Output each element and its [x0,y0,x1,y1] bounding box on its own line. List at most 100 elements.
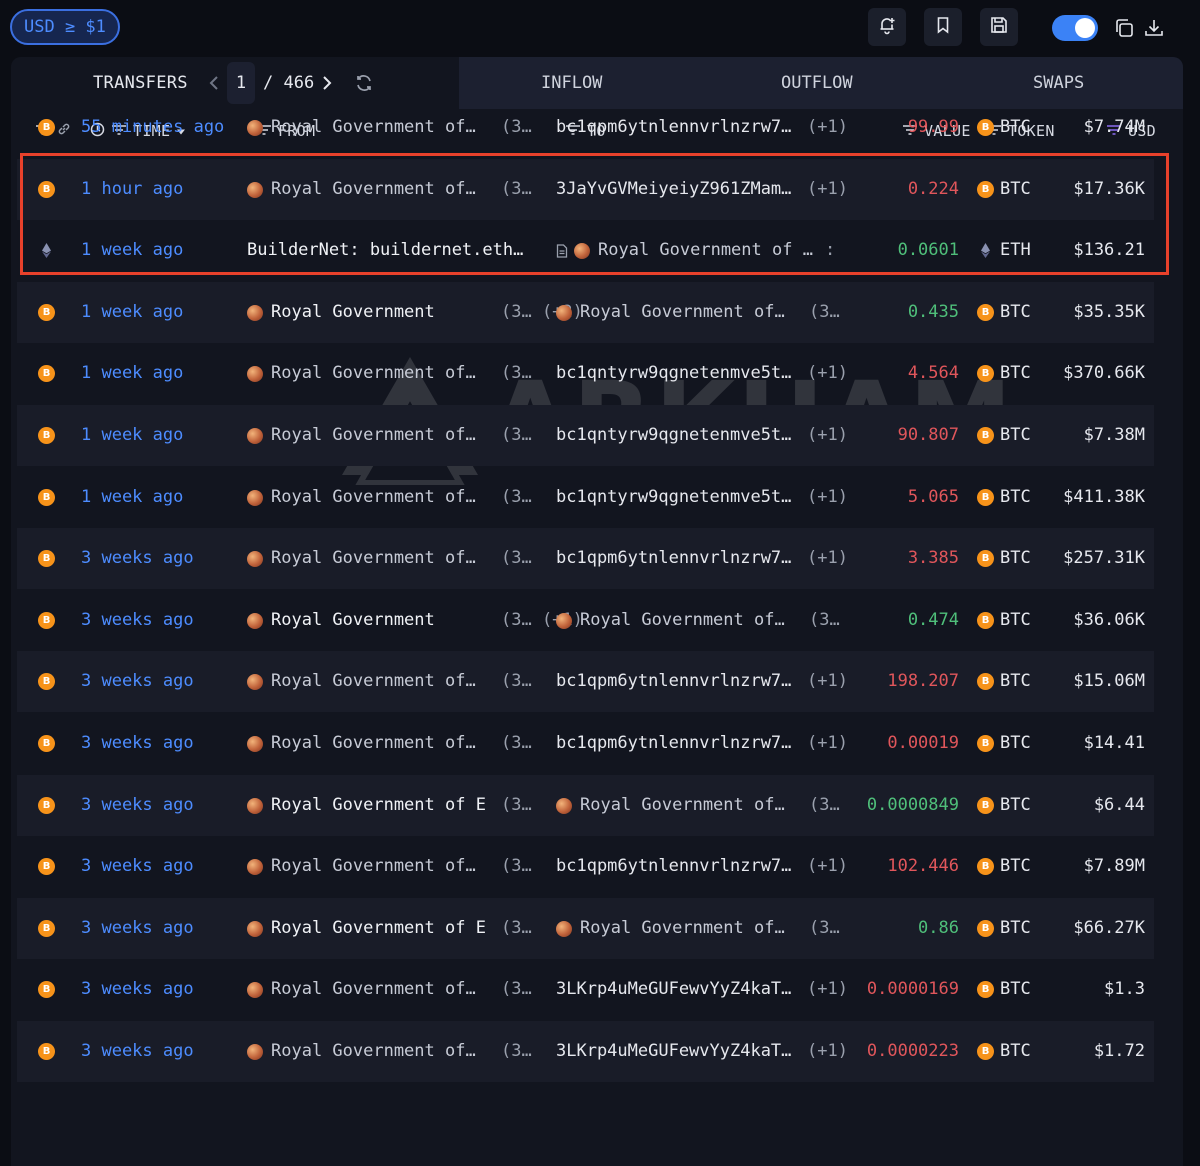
from-entity[interactable]: Royal Government of… [271,405,476,466]
to-address-suffix: (+1) [807,856,848,877]
token-btc-icon [977,673,994,691]
time-link[interactable]: 1 week ago [81,343,183,404]
to-entity[interactable]: Royal Government of… [580,282,785,343]
to-entity[interactable]: Royal Government of… [580,775,785,836]
time-link[interactable]: 1 week ago [81,467,183,528]
to-entity[interactable]: bc1qpm6ytnlennvrlnzrw7… [556,528,791,589]
from-entity[interactable]: Royal Government of… [271,651,476,712]
token-symbol[interactable]: BTC [1000,651,1031,712]
from-address-suffix: (3… [501,178,532,199]
usd-filter-pill[interactable]: USD ≥ $1 [10,9,120,45]
from-entity[interactable]: Royal Government of E [271,898,486,959]
token-symbol[interactable]: BTC [1000,282,1031,343]
from-address-suffix: (3… [501,794,532,815]
token-symbol[interactable]: BTC [1000,1021,1031,1082]
floppy-disk-icon [989,15,1009,39]
to-entity[interactable]: Royal Government of… [580,590,785,651]
ethereum-icon [38,242,55,259]
transfer-value: 0.474 [907,609,959,630]
from-entity[interactable]: Royal Government of… [271,343,476,404]
token-symbol[interactable]: BTC [1000,159,1031,220]
from-entity[interactable]: Royal Government of E [271,775,486,836]
prev-page-icon[interactable] [206,72,222,94]
token-symbol[interactable]: BTC [1000,898,1031,959]
copy-icon[interactable] [1112,16,1136,40]
to-entity[interactable]: Royal Government of… [580,898,785,959]
to-address-suffix: (+1) [807,117,848,137]
entity-avatar [247,181,263,198]
time-link[interactable]: 3 weeks ago [81,836,194,897]
token-symbol[interactable]: BTC [1000,590,1031,651]
from-entity[interactable]: Royal Government of… [271,467,476,528]
from-entity[interactable]: Royal Government of… [271,97,476,158]
from-entity[interactable]: Royal Government of… [271,713,476,774]
token-symbol[interactable]: BTC [1000,97,1031,158]
time-link[interactable]: 1 hour ago [81,159,183,220]
token-symbol[interactable]: BTC [1000,467,1031,528]
from-entity[interactable]: Royal Government of… [271,159,476,220]
time-link[interactable]: 1 week ago [81,282,183,343]
to-address-suffix: (3… [809,301,840,322]
from-entity[interactable]: Royal Government of… [271,959,476,1020]
time-link[interactable]: 3 weeks ago [81,713,194,774]
table-row: 3 weeks ago Royal Government of… (3… 3LKrp4… [17,1021,1154,1082]
to-entity[interactable]: bc1qntyrw9qgnetenmve5t… [556,467,791,528]
next-page-icon[interactable] [319,72,335,94]
time-link[interactable]: 55 minutes ago [81,97,224,158]
time-link[interactable]: 3 weeks ago [81,528,194,589]
save-button[interactable] [980,8,1018,46]
from-entity[interactable]: Royal Government of… [271,1021,476,1082]
token-symbol[interactable]: BTC [1000,959,1031,1020]
time-link[interactable]: 3 weeks ago [81,590,194,651]
from-address-suffix: (3… [501,363,532,384]
token-symbol[interactable]: ETH [1000,220,1031,281]
from-entity[interactable]: Royal Government of… [271,528,476,589]
from-entity[interactable]: Royal Government of… [271,836,476,897]
to-entity[interactable]: 3LKrp4uMeGUFewvYyZ4kaT… [556,959,791,1020]
download-icon[interactable] [1142,16,1166,40]
from-entity[interactable]: Royal Government [271,282,435,343]
bitcoin-icon [38,488,55,506]
time-link[interactable]: 3 weeks ago [81,775,194,836]
time-link[interactable]: 1 week ago [81,220,183,281]
alert-button[interactable] [868,8,906,46]
contract-icon [556,243,568,263]
to-entity[interactable]: bc1qpm6ytnlennvrlnzrw7… [556,836,791,897]
from-entity[interactable]: BuilderNet: buildernet.eth… [247,220,523,281]
from-address-suffix: (3… [501,425,532,445]
transfer-value: 0.0601 [897,240,959,261]
to-entity[interactable]: 3JaYvGVMeiyeiyZ961ZMam… [556,159,791,220]
to-entity[interactable]: bc1qpm6ytnlennvrlnzrw7… [556,651,791,712]
token-symbol[interactable]: BTC [1000,343,1031,404]
token-btc-icon [977,919,994,937]
to-entity[interactable]: 3LKrp4uMeGUFewvYyZ4kaT… [556,1021,791,1082]
time-link[interactable]: 3 weeks ago [81,651,194,712]
from-entity[interactable]: Royal Government [271,590,435,651]
bitcoin-icon [38,427,55,444]
to-address-suffix: (3… [809,917,840,938]
bookmark-button[interactable] [924,8,962,46]
entity-avatar [247,797,263,814]
usd-value: $1.72 [1093,1041,1145,1061]
token-symbol[interactable]: BTC [1000,836,1031,897]
to-entity[interactable]: bc1qntyrw9qgnetenmve5t… [556,405,791,466]
to-entity[interactable]: Royal Government of … [598,220,813,281]
usd-value: $17.36K [1073,178,1145,199]
bitcoin-icon [38,858,55,876]
time-link[interactable]: 3 weeks ago [81,959,194,1020]
token-symbol[interactable]: BTC [1000,405,1031,466]
time-link[interactable]: 3 weeks ago [81,1021,194,1082]
to-entity[interactable]: bc1qpm6ytnlennvrlnzrw7… [556,97,791,158]
time-link[interactable]: 1 week ago [81,405,183,466]
token-symbol[interactable]: BTC [1000,775,1031,836]
token-symbol[interactable]: BTC [1000,528,1031,589]
time-link[interactable]: 3 weeks ago [81,898,194,959]
usd-value: $66.27K [1073,917,1145,938]
to-entity[interactable]: bc1qpm6ytnlennvrlnzrw7… [556,713,791,774]
to-entity[interactable]: bc1qntyrw9qgnetenmve5t… [556,343,791,404]
entity-avatar [556,612,572,629]
display-toggle[interactable] [1052,15,1098,41]
token-symbol[interactable]: BTC [1000,713,1031,774]
usd-value: $7.74M [1083,117,1145,137]
refresh-icon[interactable] [353,72,375,94]
